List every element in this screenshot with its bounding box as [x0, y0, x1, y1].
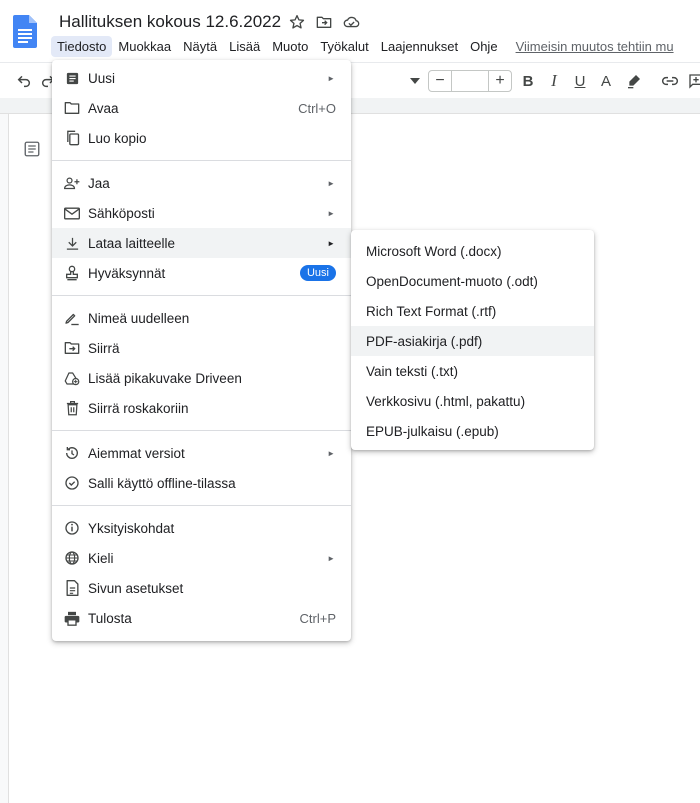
menu-bar: Tiedosto Muokkaa Näytä Lisää Muoto Työka…: [51, 34, 674, 58]
menu-item-jaa[interactable]: Jaa ►: [52, 168, 351, 198]
mail-icon: [64, 205, 80, 221]
menu-divider: [52, 505, 351, 506]
top-bar: Hallituksen kokous 12.6.2022 Tiedosto Mu…: [0, 0, 700, 62]
document-title[interactable]: Hallituksen kokous 12.6.2022: [59, 12, 281, 32]
menu-item-siirra[interactable]: Siirrä: [52, 333, 351, 363]
submenu-arrow-icon: ►: [327, 73, 335, 83]
trash-icon: [64, 400, 80, 416]
font-size-increase-icon[interactable]: +: [489, 71, 511, 91]
menu-item-kieli[interactable]: Kieli ►: [52, 543, 351, 573]
file-menu: Uusi ► Avaa Ctrl+O Luo kopio Jaa ► Sähkö…: [52, 60, 351, 641]
new-badge: Uusi: [299, 265, 336, 281]
highlight-pen-icon[interactable]: [622, 69, 646, 93]
menu-item-siirra-roskakoriin[interactable]: Siirrä roskakoriin: [52, 393, 351, 423]
menu-item-luo-kopio[interactable]: Luo kopio: [52, 123, 351, 153]
menu-muokkaa[interactable]: Muokkaa: [112, 36, 177, 57]
offline-check-icon: [64, 475, 80, 491]
move-to-folder-icon[interactable]: [315, 13, 333, 31]
menu-item-lataa-laitteelle[interactable]: Lataa laitteelle ►: [52, 228, 351, 258]
star-icon[interactable]: [288, 13, 306, 31]
submenu-arrow-icon: ►: [327, 448, 335, 458]
last-edit-link[interactable]: Viimeisin muutos tehtiin mu: [516, 39, 674, 54]
font-size-stepper[interactable]: − +: [428, 70, 512, 92]
download-icon: [64, 235, 80, 251]
menu-item-nimea-uudelleen[interactable]: Nimeä uudelleen: [52, 303, 351, 333]
underline-icon[interactable]: U: [568, 69, 592, 93]
text-color-icon[interactable]: A: [594, 69, 618, 93]
submenu-arrow-icon: ►: [327, 553, 335, 563]
rename-pen-icon: [64, 310, 80, 326]
share-person-icon: [64, 175, 80, 191]
move-folder-icon: [64, 340, 80, 356]
globe-icon: [64, 550, 80, 566]
undo-icon[interactable]: [12, 69, 36, 93]
insert-link-icon[interactable]: [658, 69, 682, 93]
submenu-arrow-icon: ►: [327, 178, 335, 188]
docs-logo-icon[interactable]: [13, 15, 37, 48]
download-odt[interactable]: OpenDocument-muoto (.odt): [351, 266, 594, 296]
download-pdf[interactable]: PDF-asiakirja (.pdf): [351, 326, 594, 356]
copy-icon: [64, 130, 80, 146]
menu-laajennukset[interactable]: Laajennukset: [375, 36, 464, 57]
approval-stamp-icon: [64, 265, 80, 281]
download-html[interactable]: Verkkosivu (.html, pakattu): [351, 386, 594, 416]
page-setup-icon: [64, 580, 80, 596]
menu-item-tulosta[interactable]: Tulosta Ctrl+P: [52, 603, 351, 633]
submenu-arrow-icon: ►: [327, 238, 335, 248]
menu-item-hyvaksynnat[interactable]: Hyväksynnät Uusi: [52, 258, 351, 288]
download-submenu: Microsoft Word (.docx) OpenDocument-muot…: [351, 230, 594, 450]
font-dropdown-arrow-icon[interactable]: [403, 69, 427, 93]
menu-divider: [52, 295, 351, 296]
menu-item-sivun-asetukset[interactable]: Sivun asetukset: [52, 573, 351, 603]
print-icon: [64, 610, 80, 626]
add-comment-icon[interactable]: [684, 69, 700, 93]
history-icon: [64, 445, 80, 461]
drive-shortcut-icon: [64, 370, 80, 386]
folder-icon: [64, 100, 80, 116]
menu-item-sahkoposti[interactable]: Sähköposti ►: [52, 198, 351, 228]
menu-divider: [52, 430, 351, 431]
menu-item-aiemmat-versiot[interactable]: Aiemmat versiot ►: [52, 438, 351, 468]
menu-tiedosto[interactable]: Tiedosto: [51, 35, 113, 57]
menu-item-offline[interactable]: Salli käyttö offline-tilassa: [52, 468, 351, 498]
menu-item-uusi[interactable]: Uusi ►: [52, 63, 351, 93]
new-doc-icon: [64, 70, 80, 86]
menu-item-yksityiskohdat[interactable]: Yksityiskohdat: [52, 513, 351, 543]
cloud-status-icon[interactable]: [342, 13, 360, 31]
menu-item-lisaa-pikakuvake[interactable]: Lisää pikakuvake Driveen: [52, 363, 351, 393]
menu-lisaa[interactable]: Lisää: [223, 36, 266, 57]
download-txt[interactable]: Vain teksti (.txt): [351, 356, 594, 386]
info-icon: [64, 520, 80, 536]
menu-ohje[interactable]: Ohje: [464, 36, 503, 57]
menu-nayta[interactable]: Näytä: [177, 36, 223, 57]
font-size-input[interactable]: [451, 71, 489, 91]
menu-muoto[interactable]: Muoto: [266, 36, 314, 57]
menu-item-avaa[interactable]: Avaa Ctrl+O: [52, 93, 351, 123]
font-size-decrease-icon[interactable]: −: [429, 71, 451, 91]
bold-icon[interactable]: B: [516, 69, 540, 93]
italic-icon[interactable]: I: [542, 69, 566, 93]
download-epub[interactable]: EPUB-julkaisu (.epub): [351, 416, 594, 446]
download-rtf[interactable]: Rich Text Format (.rtf): [351, 296, 594, 326]
download-docx[interactable]: Microsoft Word (.docx): [351, 236, 594, 266]
menu-divider: [52, 160, 351, 161]
document-outline-icon[interactable]: [23, 140, 41, 158]
submenu-arrow-icon: ►: [327, 208, 335, 218]
menu-tyokalut[interactable]: Työkalut: [314, 36, 374, 57]
